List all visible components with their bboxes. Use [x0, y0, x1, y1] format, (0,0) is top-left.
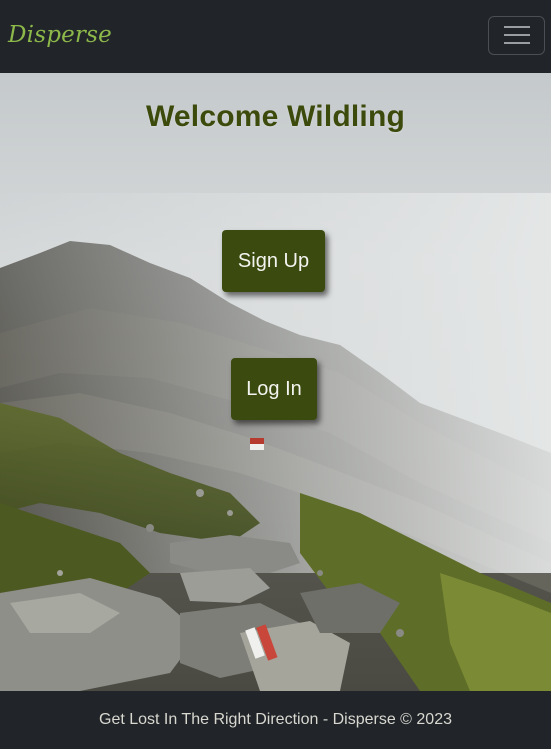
hero-section: Welcome Wildling Sign Up Log In — [0, 73, 551, 691]
page-title: Welcome Wildling — [145, 100, 406, 133]
footer: Get Lost In The Right Direction - Disper… — [0, 691, 551, 749]
log-in-button[interactable]: Log In — [231, 358, 317, 420]
navbar: Disperse — [0, 0, 551, 73]
footer-text: Get Lost In The Right Direction - Disper… — [99, 711, 452, 728]
sign-up-button[interactable]: Sign Up — [222, 230, 325, 292]
brand-logo[interactable]: Disperse — [8, 22, 112, 48]
hamburger-menu-icon — [503, 26, 530, 44]
menu-toggle-button[interactable] — [488, 15, 545, 55]
